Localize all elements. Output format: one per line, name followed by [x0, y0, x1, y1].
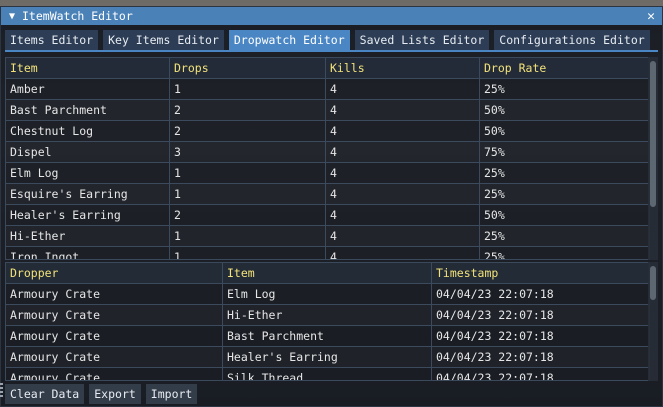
tab-saved-lists-editor[interactable]: Saved Lists Editor — [354, 30, 490, 50]
drops-cell: 1 — [170, 79, 326, 99]
table-row[interactable]: Armoury Crate Hi-Ether 04/04/23 22:07:18 — [6, 305, 649, 326]
drops-cell: 3 — [170, 142, 326, 162]
item-cell: Iron Ingot — [6, 247, 170, 259]
item-cell: Bast Parchment — [223, 326, 432, 346]
column-header-drops[interactable]: Drops — [170, 58, 326, 78]
kills-cell: 4 — [326, 247, 480, 259]
drops-cell: 2 — [170, 121, 326, 141]
drops-cell: 2 — [170, 100, 326, 120]
close-icon[interactable]: ✕ — [642, 9, 660, 24]
resize-grip-icon[interactable] — [0, 383, 3, 397]
table-header-row: Dropper Item Timestamp — [6, 263, 649, 284]
item-cell: Hi-Ether — [6, 226, 170, 246]
import-button[interactable]: Import — [145, 384, 198, 404]
item-cell: Hi-Ether — [223, 305, 432, 325]
dropper-cell: Armoury Crate — [6, 284, 223, 304]
itemwatch-editor-window: ▼ ItemWatch Editor ✕ Items Editor Key It… — [0, 6, 663, 407]
table-row[interactable]: Armoury Crate Silk Thread 04/04/23 22:07… — [6, 368, 649, 381]
scrollbar-thumb[interactable] — [650, 61, 656, 207]
collapse-arrow-icon[interactable]: ▼ — [4, 11, 20, 22]
drop-rate-cell: 25% — [484, 166, 505, 180]
item-cell: Bast Parchment — [6, 100, 170, 120]
drops-cell: 2 — [170, 205, 326, 225]
table-row[interactable]: Armoury Crate Elm Log 04/04/23 22:07:18 — [6, 284, 649, 305]
title-bar[interactable]: ▼ ItemWatch Editor ✕ — [1, 7, 662, 25]
window-title: ItemWatch Editor — [22, 9, 133, 23]
drop-stats-table: Item Drops Kills Drop Rate Amber 1 4 25%… — [5, 57, 650, 260]
kills-cell: 4 — [326, 142, 480, 162]
drops-cell: 1 — [170, 247, 326, 259]
table-row[interactable]: Dispel 3 4 75% — [6, 142, 649, 163]
timestamp-cell: 04/04/23 22:07:18 — [436, 308, 554, 322]
timestamp-cell: 04/04/23 22:07:18 — [436, 350, 554, 364]
drop-log-table: Dropper Item Timestamp Armoury Crate Elm… — [5, 262, 650, 381]
scrollbar-thumb[interactable] — [650, 266, 656, 300]
table-row[interactable]: Chestnut Log 2 4 50% — [6, 121, 649, 142]
table-row[interactable]: Amber 1 4 25% — [6, 79, 649, 100]
drop-rate-cell: 25% — [484, 187, 505, 201]
item-cell: Chestnut Log — [6, 121, 170, 141]
kills-cell: 4 — [326, 184, 480, 204]
dropper-cell: Armoury Crate — [6, 305, 223, 325]
active-tab-underline — [5, 50, 658, 52]
drop-rate-cell: 50% — [484, 124, 505, 138]
tab-dropwatch-editor[interactable]: Dropwatch Editor — [228, 30, 350, 50]
table-row[interactable]: Hi-Ether 1 4 25% — [6, 226, 649, 247]
table-row[interactable]: Armoury Crate Healer's Earring 04/04/23 … — [6, 347, 649, 368]
kills-cell: 4 — [326, 100, 480, 120]
drop-rate-cell: 50% — [484, 103, 505, 117]
table-row[interactable]: Healer's Earring 2 4 50% — [6, 205, 649, 226]
timestamp-cell: 04/04/23 22:07:18 — [436, 329, 554, 343]
table-row[interactable]: Elm Log 1 4 25% — [6, 163, 649, 184]
drop-rate-cell: 50% — [484, 208, 505, 222]
kills-cell: 4 — [326, 226, 480, 246]
export-button[interactable]: Export — [89, 384, 141, 404]
item-cell: Elm Log — [223, 284, 432, 304]
drop-rate-cell: 75% — [484, 145, 505, 159]
drop-rate-cell: 25% — [484, 82, 505, 96]
column-header-drop-rate[interactable]: Drop Rate — [480, 58, 649, 78]
drops-cell: 1 — [170, 163, 326, 183]
editor-tab-bar: Items Editor Key Items Editor Dropwatch … — [5, 30, 658, 50]
item-cell: Healer's Earring — [6, 205, 170, 225]
dropper-cell: Armoury Crate — [6, 368, 223, 380]
drop-rate-cell: 25% — [484, 229, 505, 243]
table-row[interactable]: Bast Parchment 2 4 50% — [6, 100, 649, 121]
dropper-cell: Armoury Crate — [6, 326, 223, 346]
item-cell: Dispel — [6, 142, 170, 162]
item-cell: Elm Log — [6, 163, 170, 183]
column-header-item[interactable]: Item — [6, 58, 170, 78]
drops-cell: 1 — [170, 184, 326, 204]
drop-stats-scrollbar[interactable] — [648, 57, 658, 260]
action-bar: Clear Data Export Import — [5, 384, 198, 404]
table-row[interactable]: Iron Ingot 1 4 25% — [6, 247, 649, 260]
column-header-item[interactable]: Item — [223, 263, 432, 283]
drop-log-scrollbar[interactable] — [648, 262, 658, 381]
drop-rate-cell: 25% — [484, 250, 505, 260]
column-header-kills[interactable]: Kills — [326, 58, 480, 78]
kills-cell: 4 — [326, 121, 480, 141]
timestamp-cell: 04/04/23 22:07:18 — [436, 287, 554, 301]
item-cell: Healer's Earring — [223, 347, 432, 367]
dropper-cell: Armoury Crate — [6, 347, 223, 367]
item-cell: Silk Thread — [223, 368, 432, 380]
table-row[interactable]: Esquire's Earring 1 4 25% — [6, 184, 649, 205]
tab-key-items-editor[interactable]: Key Items Editor — [103, 30, 224, 50]
kills-cell: 4 — [326, 205, 480, 225]
drops-cell: 1 — [170, 226, 326, 246]
table-row[interactable]: Armoury Crate Bast Parchment 04/04/23 22… — [6, 326, 649, 347]
timestamp-cell: 04/04/23 22:07:18 — [436, 371, 554, 381]
table-header-row: Item Drops Kills Drop Rate — [6, 58, 649, 79]
clear-data-button[interactable]: Clear Data — [5, 384, 85, 404]
column-header-timestamp[interactable]: Timestamp — [432, 263, 649, 283]
tab-items-editor[interactable]: Items Editor — [5, 30, 99, 50]
item-cell: Esquire's Earring — [6, 184, 170, 204]
item-cell: Amber — [6, 79, 170, 99]
column-header-dropper[interactable]: Dropper — [6, 263, 223, 283]
kills-cell: 4 — [326, 79, 480, 99]
tab-configurations-editor[interactable]: Configurations Editor — [494, 30, 650, 50]
kills-cell: 4 — [326, 163, 480, 183]
